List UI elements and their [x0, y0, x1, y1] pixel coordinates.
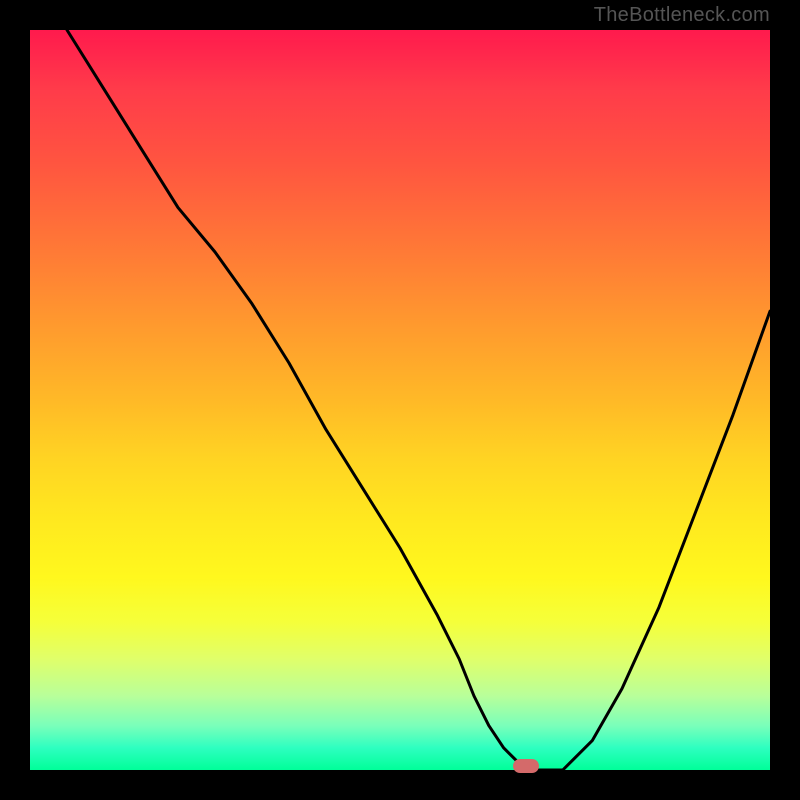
- watermark-text: TheBottleneck.com: [594, 4, 770, 27]
- chart-frame: TheBottleneck.com: [0, 0, 800, 800]
- line-curve: [30, 30, 770, 770]
- optimal-marker: [513, 759, 539, 773]
- plot-area: [30, 30, 770, 770]
